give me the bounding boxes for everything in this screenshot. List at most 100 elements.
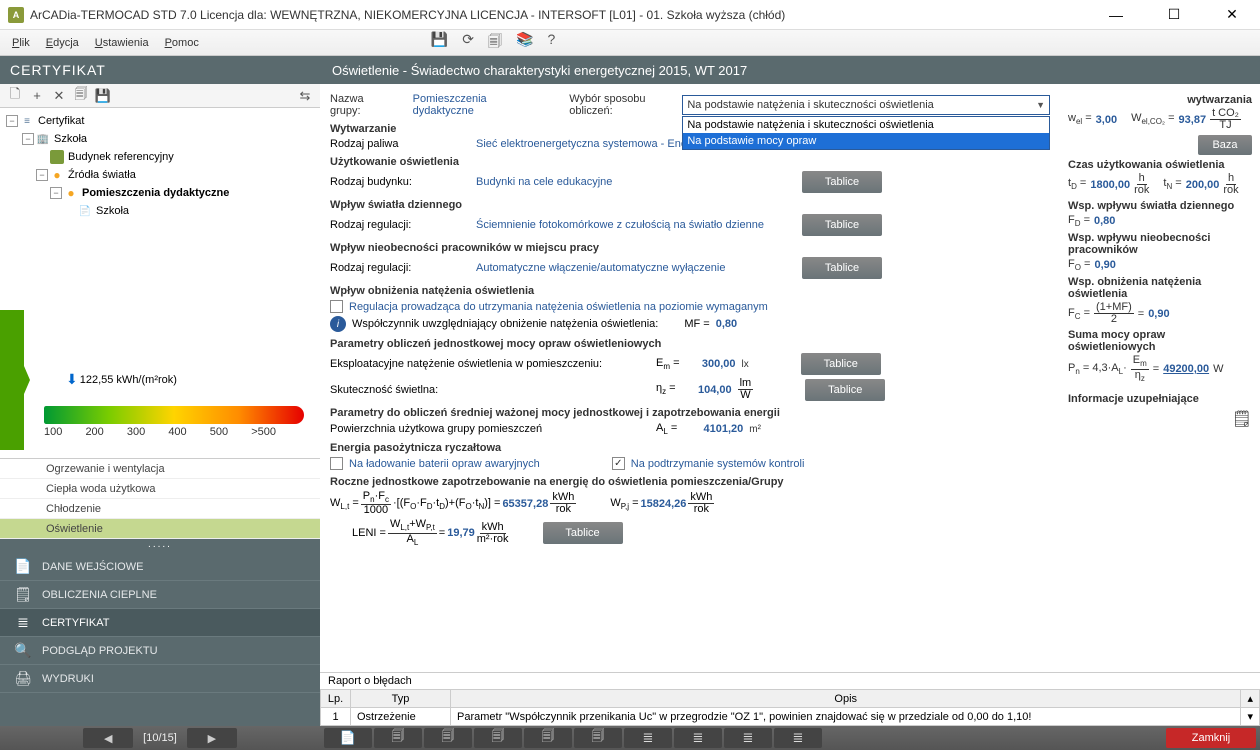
tree-item-szkola[interactable]: −🏢Szkoła (6, 130, 314, 148)
zamknij-button[interactable]: Zamknij (1166, 728, 1256, 748)
maximize-button[interactable]: ☐ (1154, 0, 1194, 30)
ladowanie-label[interactable]: Na ładowanie baterii opraw awaryjnych (349, 458, 540, 470)
section-uzytkowanie: Użytkowanie oświetlenia (330, 156, 1050, 168)
help-icon[interactable]: ? (547, 31, 555, 55)
tablice-button-4[interactable]: Tablice (801, 353, 881, 375)
nav-obliczenia[interactable]: 🗒OBLICZENIA CIEPLNE (0, 581, 320, 609)
mf-info-text: Współczynnik uwzględniający obniżenie na… (352, 318, 658, 330)
tree-item-pom[interactable]: −●Pomieszczenia dydaktyczne (6, 184, 314, 202)
tablice-button-6[interactable]: Tablice (543, 522, 623, 544)
section-wplyw-dzienne: Wpływ światła dziennego (330, 199, 1050, 211)
pn-value[interactable]: 49200,00 (1163, 363, 1209, 375)
tablice-button-3[interactable]: Tablice (802, 257, 882, 279)
tree-item-zrodla[interactable]: −●Źródła światła (6, 166, 314, 184)
sync-icon[interactable]: ⇆ (296, 87, 314, 105)
bb-btn-5[interactable]: 🗐 (524, 728, 572, 748)
wlt-value: 65357,28 (502, 498, 548, 510)
td-value: 1800,00 (1090, 179, 1130, 191)
side-fd-head: Wsp. wpływu światła dziennego (1068, 200, 1252, 212)
skut-label: Skuteczność świetlna: (330, 384, 650, 396)
podtrzymanie-label[interactable]: Na podtrzymanie systemów kontroli (631, 458, 805, 470)
tree-item-szkola2[interactable]: 📄Szkoła (6, 202, 314, 220)
bb-btn-10[interactable]: ≣ (774, 728, 822, 748)
leni-frac: WL,t+WP,tAL (388, 519, 437, 546)
calc-method-select[interactable]: Na podstawie natężenia i skuteczności oś… (682, 95, 1050, 115)
menu-plik[interactable]: Plik (12, 37, 30, 49)
bb-btn-1[interactable]: 📄 (324, 728, 372, 748)
section-roczne: Roczne jednostkowe zapotrzebowanie na en… (330, 476, 1050, 488)
side-czas: Czas użytkowania oświetlenia (1068, 159, 1252, 171)
podtrzymanie-checkbox[interactable]: ✓ (612, 457, 625, 470)
section-param-mocy: Parametry obliczeń jednostkowej mocy opr… (330, 338, 1050, 350)
nav-podglad[interactable]: 🔍PODGLĄD PROJEKTU (0, 637, 320, 665)
bb-btn-9[interactable]: ≣ (724, 728, 772, 748)
page-next-button[interactable]: ▶ (187, 728, 237, 748)
regulacja-checkbox[interactable] (330, 300, 343, 313)
title-text: ArCADia-TERMOCAD STD 7.0 Licencja dla: W… (30, 8, 1096, 22)
pow-label: Powierzchnia użytkowa grupy pomieszczeń (330, 423, 650, 435)
side-fc-head: Wsp. obniżenia natężenia oświetlenia (1068, 276, 1252, 300)
delete-icon[interactable]: ✕ (50, 87, 68, 105)
book-icon[interactable]: 📚 (516, 31, 533, 55)
fc-sym: FC = (1068, 307, 1090, 321)
tablice-button-1[interactable]: Tablice (802, 171, 882, 193)
nazwa-value[interactable]: Pomieszczenia dydaktyczne (413, 93, 534, 117)
regulacja-chk-label[interactable]: Regulacja prowadząca do utrzymania natęż… (349, 301, 768, 313)
td-unit: hrok (1134, 173, 1149, 196)
budynek-value[interactable]: Budynki na cele edukacyjne (476, 176, 796, 188)
ladowanie-checkbox[interactable] (330, 457, 343, 470)
error-report: Raport o błędach Lp.TypOpis▴ 1Ostrzeżeni… (320, 672, 1260, 726)
menu-edycja[interactable]: Edycja (46, 37, 79, 49)
mf-value: 0,80 (716, 318, 737, 330)
calc-icon[interactable]: 🗐 (488, 31, 502, 55)
save2-icon[interactable]: 💾 (94, 87, 112, 105)
pn-frac: Emηz (1131, 355, 1149, 382)
bb-btn-7[interactable]: ≣ (624, 728, 672, 748)
menu-pomoc[interactable]: Pomoc (165, 37, 199, 49)
copy-icon[interactable]: 🗐 (72, 87, 90, 105)
dropdown-opt-2[interactable]: Na podstawie mocy opraw (683, 133, 1049, 149)
err-scroll-down[interactable]: ▾ (1241, 708, 1260, 726)
tree-item-budynek[interactable]: Budynek referencyjny (6, 148, 314, 166)
gauge-bar (44, 406, 304, 424)
bb-btn-8[interactable]: ≣ (674, 728, 722, 748)
cat-ogrzewanie[interactable]: Ogrzewanie i wentylacja (0, 459, 320, 479)
menu-ustawienia[interactable]: Ustawienia (95, 37, 149, 49)
regulacja-value[interactable]: Ściemnienie fotokomórkowe z czułością na… (476, 219, 796, 231)
bb-btn-4[interactable]: 🗐 (474, 728, 522, 748)
bb-btn-3[interactable]: 🗐 (424, 728, 472, 748)
refresh-icon[interactable]: ⟳ (462, 31, 474, 55)
tree-item-cert[interactable]: −≡Certyfikat (6, 112, 314, 130)
nav-wydruki[interactable]: 🖨WYDRUKI (0, 665, 320, 693)
em-symbol: Em = (656, 357, 680, 371)
add-icon[interactable]: + (28, 87, 46, 105)
note-icon[interactable]: 🗒 (1232, 411, 1252, 428)
dots-handle[interactable]: ..... (0, 539, 320, 553)
side-fo-head: Wsp. wpływu nieobecności pracowników (1068, 232, 1252, 256)
nav-certyfikat[interactable]: ≣CERTYFIKAT (0, 609, 320, 637)
minimize-button[interactable]: — (1096, 0, 1136, 30)
table-row[interactable]: 1OstrzeżenieParametr "Współczynnik przen… (321, 708, 1260, 726)
new-icon[interactable]: 🗋 (6, 87, 24, 105)
cat-cwu[interactable]: Ciepła woda użytkowa (0, 479, 320, 499)
fc-value: 0,90 (1148, 308, 1169, 320)
dropdown-opt-1[interactable]: Na podstawie natężenia i skuteczności oś… (683, 117, 1049, 133)
wpj-value: 15824,26 (641, 498, 687, 510)
tablice-button-2[interactable]: Tablice (802, 214, 882, 236)
nav-dane[interactable]: 📄DANE WEJŚCIOWE (0, 553, 320, 581)
cat-chlodzenie[interactable]: Chłodzenie (0, 499, 320, 519)
cat-oswietlenie[interactable]: Oświetlenie (0, 519, 320, 539)
rodzaj-reg-label: Rodzaj regulacji: (330, 219, 470, 231)
baza-button[interactable]: Baza (1198, 135, 1252, 155)
page-prev-button[interactable]: ◀ (83, 728, 133, 748)
info-icon: i (330, 316, 346, 332)
td-sym: tD = (1068, 177, 1086, 191)
bb-btn-2[interactable]: 🗐 (374, 728, 422, 748)
err-scroll-up[interactable]: ▴ (1241, 690, 1260, 708)
tablice-button-5[interactable]: Tablice (805, 379, 885, 401)
close-button[interactable]: ✕ (1212, 0, 1252, 30)
side-wytwarzania: wytwarzania (1068, 94, 1252, 106)
bb-btn-6[interactable]: 🗐 (574, 728, 622, 748)
save-icon[interactable]: 💾 (431, 31, 448, 55)
regulacja2-value[interactable]: Automatyczne włączenie/automatyczne wyłą… (476, 262, 796, 274)
